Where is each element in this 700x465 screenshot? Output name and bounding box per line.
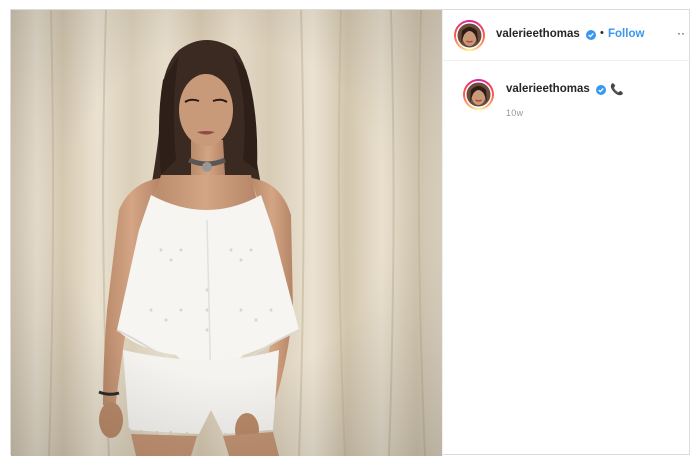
verified-badge-icon [596,85,606,95]
header-separator-dot: • [600,27,604,39]
caption-emoji: 📞 [610,84,624,96]
post-time-ago[interactable]: 10w [506,108,523,118]
follow-button[interactable]: Follow [608,28,644,40]
post-sidebar: valerieethomas • Follow ·· valerieethoma… [442,10,691,456]
post-header: valerieethomas • Follow ·· [443,10,691,61]
more-options-icon[interactable]: ·· [677,26,685,40]
avatar-icon [466,82,491,107]
avatar-icon [457,23,482,48]
post-photo[interactable] [11,10,442,456]
instagram-post-card: valerieethomas • Follow ·· valerieethoma… [10,9,691,456]
caption-avatar[interactable] [463,79,494,110]
verified-badge-icon [586,30,596,40]
caption-username[interactable]: valerieethomas [506,83,590,95]
header-avatar[interactable] [454,20,485,51]
post-photo-image [11,10,442,456]
header-username[interactable]: valerieethomas [496,28,580,40]
